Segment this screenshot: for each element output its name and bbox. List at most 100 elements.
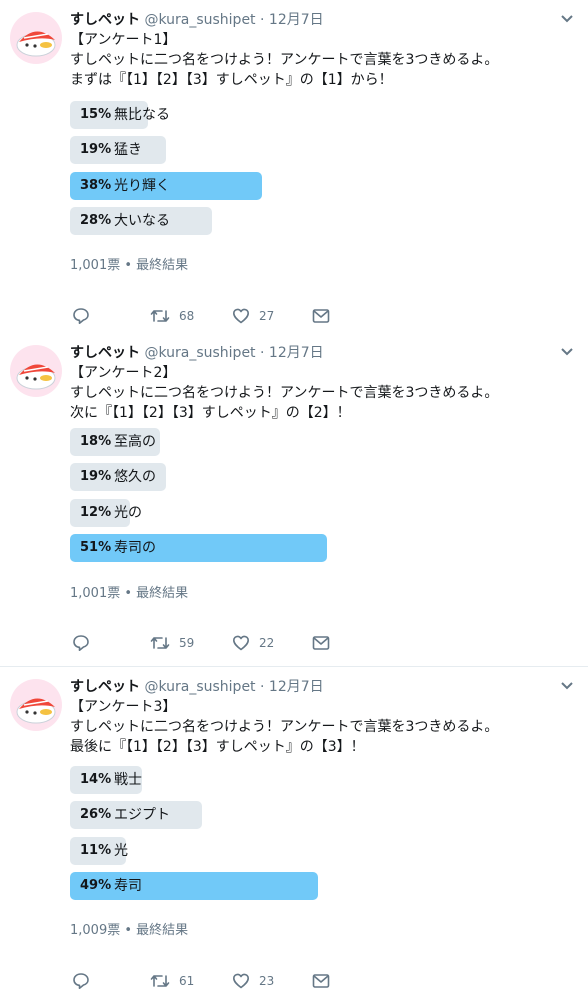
heart-icon bbox=[233, 635, 249, 651]
chevron-down-icon[interactable] bbox=[560, 14, 574, 24]
poll-vote-count: 1,001票 bbox=[70, 258, 121, 273]
tweet-feed: すしペット @kura_sushipet · 12月7日 【アンケート1】 すし… bbox=[0, 0, 588, 999]
avatar[interactable] bbox=[10, 345, 62, 397]
chevron-down-icon[interactable] bbox=[560, 681, 574, 691]
tweet[interactable]: すしペット @kura_sushipet · 12月7日 【アンケート3】 すし… bbox=[0, 666, 588, 999]
separator-dot: • bbox=[124, 586, 133, 601]
retweet-icon bbox=[150, 310, 170, 322]
user-handle[interactable]: @kura_sushipet bbox=[144, 679, 255, 695]
poll-percent: 14% bbox=[80, 772, 112, 787]
separator-dot: • bbox=[124, 923, 133, 938]
poll-percent: 11% bbox=[80, 843, 112, 858]
like-button[interactable]: 27 bbox=[232, 306, 274, 326]
tweet-text: 【アンケート3】 すしペットに二つ名をつけよう！アンケートで言葉を3つきめるよ。… bbox=[70, 699, 499, 755]
user-handle[interactable]: @kura_sushipet bbox=[144, 345, 255, 361]
direct-message-button[interactable] bbox=[312, 971, 330, 991]
poll-vote-count: 1,001票 bbox=[70, 586, 121, 601]
poll-label: 大いなる bbox=[114, 213, 170, 229]
avatar[interactable] bbox=[10, 12, 62, 64]
retweet-button[interactable]: 59 bbox=[150, 633, 194, 653]
retweet-count: 68 bbox=[179, 309, 195, 323]
user-handle[interactable]: @kura_sushipet bbox=[144, 12, 255, 28]
poll-meta: 1,009票 • 最終結果 bbox=[70, 919, 188, 938]
poll-percent: 12% bbox=[80, 505, 112, 520]
direct-message-button[interactable] bbox=[312, 633, 330, 653]
like-button[interactable]: 22 bbox=[232, 633, 274, 653]
poll-label: 戦士 bbox=[114, 772, 142, 788]
poll-label: 無比なる bbox=[114, 107, 170, 123]
poll-percent: 26% bbox=[80, 807, 112, 822]
heart-icon bbox=[233, 973, 249, 989]
display-name[interactable]: すしペット bbox=[70, 345, 140, 361]
retweet-count: 59 bbox=[179, 636, 195, 650]
tweet[interactable]: すしペット @kura_sushipet · 12月7日 【アンケート2】 すし… bbox=[0, 333, 588, 666]
poll-percent: 49% bbox=[80, 878, 112, 893]
reply-icon bbox=[73, 973, 89, 989]
separator-dot: · bbox=[260, 12, 265, 28]
poll-percent: 18% bbox=[80, 434, 112, 449]
retweet-button[interactable]: 68 bbox=[150, 306, 194, 326]
chevron-down-icon[interactable] bbox=[560, 347, 574, 357]
separator-dot: • bbox=[124, 258, 133, 273]
poll-meta: 1,001票 • 最終結果 bbox=[70, 582, 188, 601]
tweet-text: 【アンケート2】 すしペットに二つ名をつけよう！アンケートで言葉を3つきめるよ。… bbox=[70, 365, 499, 421]
tweet[interactable]: すしペット @kura_sushipet · 12月7日 【アンケート1】 すし… bbox=[0, 0, 588, 333]
separator-dot: · bbox=[260, 679, 265, 695]
like-count: 22 bbox=[259, 636, 275, 650]
display-name[interactable]: すしペット bbox=[70, 12, 140, 28]
poll-percent: 15% bbox=[80, 107, 112, 122]
poll-percent: 38% bbox=[80, 178, 112, 193]
tweet-text: 【アンケート1】 すしペットに二つ名をつけよう！アンケートで言葉を3つきめるよ。… bbox=[70, 32, 499, 88]
avatar[interactable] bbox=[10, 679, 62, 731]
poll-status: 最終結果 bbox=[136, 586, 189, 601]
reply-icon bbox=[73, 308, 89, 324]
poll-label: エジプト bbox=[114, 807, 170, 823]
tweet-header: すしペット @kura_sushipet · 12月7日 bbox=[70, 343, 324, 363]
tweet-actions: 68 27 bbox=[70, 306, 350, 326]
poll-label: 光の bbox=[114, 505, 142, 521]
poll-label: 至高の bbox=[114, 434, 156, 450]
poll-percent: 28% bbox=[80, 213, 112, 228]
retweet-button[interactable]: 61 bbox=[150, 971, 194, 991]
like-button[interactable]: 23 bbox=[232, 971, 274, 991]
poll-status: 最終結果 bbox=[136, 258, 189, 273]
poll-vote-count: 1,009票 bbox=[70, 923, 121, 938]
separator-dot: · bbox=[260, 345, 265, 361]
reply-button[interactable] bbox=[72, 971, 90, 991]
poll-label: 悠久の bbox=[114, 469, 156, 485]
poll-percent: 19% bbox=[80, 142, 112, 157]
poll-percent: 19% bbox=[80, 469, 112, 484]
envelope-icon bbox=[312, 974, 330, 988]
tweet-date[interactable]: 12月7日 bbox=[269, 12, 324, 28]
envelope-icon bbox=[312, 309, 330, 323]
retweet-count: 61 bbox=[179, 974, 195, 988]
envelope-icon bbox=[312, 636, 330, 650]
like-count: 23 bbox=[259, 974, 275, 988]
tweet-date[interactable]: 12月7日 bbox=[269, 345, 324, 361]
poll-label: 光り輝く bbox=[114, 178, 170, 194]
tweet-header: すしペット @kura_sushipet · 12月7日 bbox=[70, 677, 324, 697]
reply-button[interactable] bbox=[72, 306, 90, 326]
poll-label: 寿司の bbox=[114, 540, 156, 556]
sushi-pet-avatar-icon bbox=[16, 364, 56, 390]
tweet-actions: 59 22 bbox=[70, 633, 350, 653]
direct-message-button[interactable] bbox=[312, 306, 330, 326]
like-count: 27 bbox=[259, 309, 275, 323]
retweet-icon bbox=[150, 975, 170, 987]
poll-label: 寿司 bbox=[114, 878, 142, 894]
tweet-actions: 61 23 bbox=[70, 971, 350, 991]
heart-icon bbox=[233, 308, 249, 324]
retweet-icon bbox=[150, 637, 170, 649]
tweet-date[interactable]: 12月7日 bbox=[269, 679, 324, 695]
reply-icon bbox=[73, 635, 89, 651]
poll-label: 光 bbox=[114, 843, 128, 859]
poll-percent: 51% bbox=[80, 540, 112, 555]
poll-meta: 1,001票 • 最終結果 bbox=[70, 254, 188, 273]
tweet-header: すしペット @kura_sushipet · 12月7日 bbox=[70, 10, 324, 30]
reply-button[interactable] bbox=[72, 633, 90, 653]
sushi-pet-avatar-icon bbox=[16, 698, 56, 724]
poll-status: 最終結果 bbox=[136, 923, 189, 938]
sushi-pet-avatar-icon bbox=[16, 31, 56, 57]
display-name[interactable]: すしペット bbox=[70, 679, 140, 695]
poll-label: 猛き bbox=[114, 142, 142, 158]
